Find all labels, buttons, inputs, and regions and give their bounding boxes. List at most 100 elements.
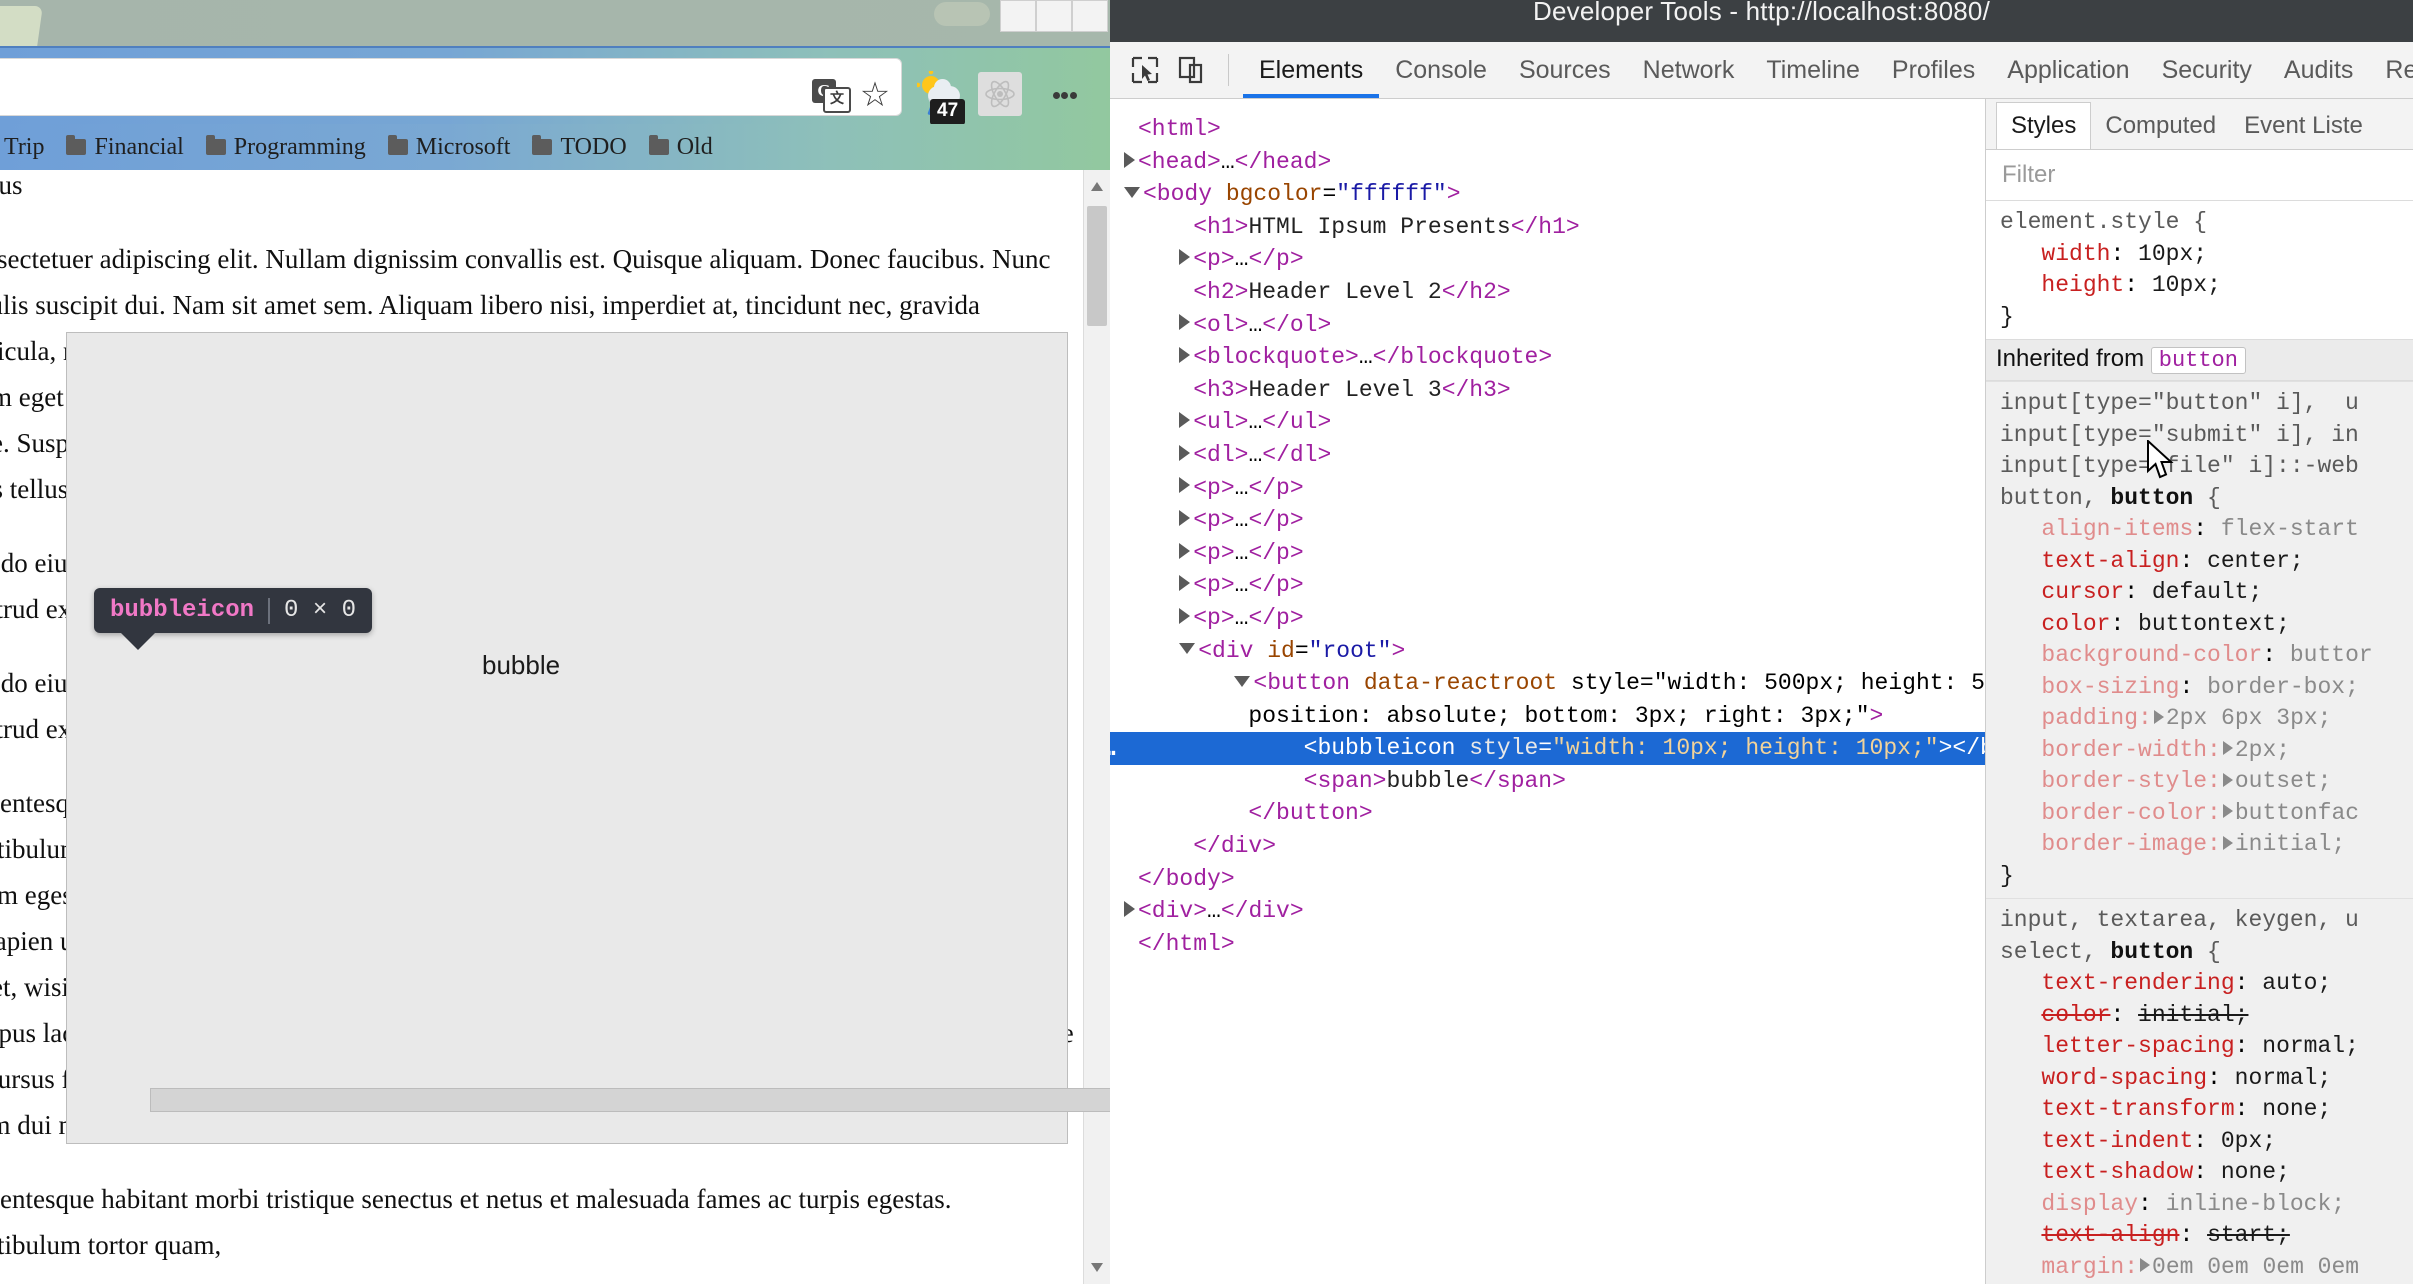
dom-node[interactable]: <blockquote>…</blockquote>: [1124, 341, 1985, 374]
expand-triangle-icon[interactable]: [1179, 607, 1191, 624]
css-declaration[interactable]: word-spacing: normal;: [2000, 1063, 2413, 1095]
page-vertical-scrollbar[interactable]: [1083, 170, 1110, 1284]
react-devtools-icon[interactable]: [978, 72, 1022, 116]
css-declaration[interactable]: padding: 2px 6px 3px;: [2000, 703, 2413, 735]
css-declaration[interactable]: text-transform: none;: [2000, 1094, 2413, 1126]
bookmark-item[interactable]: Programming: [205, 134, 366, 161]
dom-node[interactable]: <html>: [1124, 113, 1985, 146]
collapse-triangle-icon[interactable]: [1124, 186, 1140, 198]
close-button[interactable]: [1072, 0, 1108, 32]
dom-node[interactable]: <h1>HTML Ipsum Presents</h1>: [1124, 211, 1985, 244]
css-declaration[interactable]: background-color: buttor: [2000, 640, 2413, 672]
dom-node[interactable]: <p>…</p>: [1124, 504, 1985, 537]
css-declaration[interactable]: border-width: 2px;: [2000, 735, 2413, 767]
expand-triangle-icon[interactable]: [1179, 510, 1191, 527]
css-declaration[interactable]: text-rendering: auto;: [2000, 968, 2413, 1000]
translate-icon[interactable]: G文: [812, 75, 851, 113]
css-declaration[interactable]: align-items: flex-start: [2000, 514, 2413, 546]
css-declaration[interactable]: display: inline-block;: [2000, 1189, 2413, 1221]
device-toolbar-icon[interactable]: [1168, 50, 1214, 90]
expand-triangle-icon[interactable]: [1179, 249, 1191, 266]
css-declaration[interactable]: box-sizing: border-box;: [2000, 672, 2413, 704]
css-declaration[interactable]: margin: 0em 0em 0em 0em: [2000, 1252, 2413, 1284]
window-control-pill[interactable]: [934, 2, 990, 26]
expand-value-icon[interactable]: [2222, 835, 2233, 850]
dom-node[interactable]: <p>…</p>: [1124, 243, 1985, 276]
css-declaration[interactable]: color: buttontext;: [2000, 609, 2413, 641]
dom-node[interactable]: position: absolute; bottom: 3px; right: …: [1124, 700, 1985, 733]
tab-timeline[interactable]: Timeline: [1750, 42, 1876, 98]
expand-triangle-icon[interactable]: [1179, 444, 1191, 461]
css-declaration[interactable]: border-style: outset;: [2000, 766, 2413, 798]
tab-elements[interactable]: Elements: [1243, 42, 1379, 98]
inspect-element-icon[interactable]: [1122, 50, 1168, 90]
expand-value-icon[interactable]: [2222, 772, 2233, 787]
dom-node[interactable]: <head>…</head>: [1124, 146, 1985, 179]
dom-node[interactable]: </div>: [1124, 830, 1985, 863]
expand-triangle-icon[interactable]: [1179, 575, 1191, 592]
minimize-button[interactable]: [1000, 0, 1036, 32]
css-declaration[interactable]: color: initial;: [2000, 1000, 2413, 1032]
css-declaration[interactable]: border-image: initial;: [2000, 829, 2413, 861]
expand-triangle-icon[interactable]: [1179, 347, 1191, 364]
css-declaration[interactable]: text-shadow: none;: [2000, 1157, 2413, 1189]
dom-node[interactable]: <ul>…</ul>: [1124, 406, 1985, 439]
bookmark-item[interactable]: Financial: [66, 134, 184, 161]
dom-node[interactable]: <span>bubble</span>: [1124, 765, 1985, 798]
dom-node[interactable]: <div>…</div>: [1124, 895, 1985, 928]
dom-node[interactable]: </body>: [1124, 863, 1985, 896]
dom-node[interactable]: <p>…</p>: [1124, 569, 1985, 602]
dom-node[interactable]: <h3>Header Level 3</h3>: [1124, 374, 1985, 407]
expand-triangle-icon[interactable]: [1179, 477, 1191, 494]
css-declaration[interactable]: letter-spacing: normal;: [2000, 1031, 2413, 1063]
tab-audits[interactable]: Audits: [2268, 42, 2369, 98]
dom-node[interactable]: <p>…</p>: [1124, 602, 1985, 635]
maximize-button[interactable]: [1036, 0, 1072, 32]
address-bar[interactable]: [0, 58, 902, 116]
inspected-button-overlay[interactable]: [66, 332, 1068, 1144]
scrollbar-thumb[interactable]: [1087, 206, 1107, 326]
tab-styles[interactable]: Styles: [1996, 102, 2092, 149]
node-menu-icon[interactable]: ⋯: [1110, 738, 1118, 771]
css-declaration[interactable]: height: 10px;: [2000, 270, 2413, 302]
tab-react[interactable]: Re: [2369, 42, 2413, 98]
dom-node[interactable]: <p>…</p>: [1124, 537, 1985, 570]
tab-security[interactable]: Security: [2146, 42, 2268, 98]
collapse-triangle-icon[interactable]: [1234, 675, 1251, 687]
tab-sources[interactable]: Sources: [1503, 42, 1627, 98]
dom-node[interactable]: <div id="root">: [1124, 635, 1985, 668]
expand-triangle-icon[interactable]: [1179, 314, 1191, 331]
expand-triangle-icon[interactable]: [1124, 901, 1135, 918]
inherited-from-chip[interactable]: button: [2150, 347, 2246, 374]
three-dot-menu-icon[interactable]: [1052, 74, 1078, 116]
css-declaration[interactable]: cursor: default;: [2000, 577, 2413, 609]
dom-node[interactable]: </button>: [1124, 797, 1985, 830]
css-declaration[interactable]: text-align: start;: [2000, 1220, 2413, 1252]
tab-network[interactable]: Network: [1627, 42, 1751, 98]
dom-node[interactable]: <body bgcolor="ffffff">: [1124, 178, 1985, 211]
dom-tree-pane[interactable]: <html> <head>…</head> <body bgcolor="fffff…: [1110, 99, 1985, 1284]
collapse-triangle-icon[interactable]: [1179, 642, 1196, 654]
star-icon[interactable]: ☆: [858, 78, 892, 112]
expand-value-icon[interactable]: [2222, 741, 2233, 756]
expand-value-icon[interactable]: [2153, 709, 2164, 724]
browser-tab[interactable]: [0, 6, 43, 46]
scroll-up-arrow-icon[interactable]: [1091, 182, 1103, 191]
dom-node[interactable]: <button data-reactroot style="width: 500…: [1124, 667, 1985, 700]
tab-application[interactable]: Application: [1991, 42, 2145, 98]
tab-console[interactable]: Console: [1379, 42, 1503, 98]
dom-node[interactable]: <dl>…</dl>: [1124, 439, 1985, 472]
bookmark-item[interactable]: Trip: [0, 134, 44, 161]
dom-node[interactable]: <ol>…</ol>: [1124, 309, 1985, 342]
expand-value-icon[interactable]: [2140, 1258, 2151, 1273]
expand-triangle-icon[interactable]: [1179, 412, 1191, 429]
css-declaration[interactable]: border-color: buttonfac: [2000, 798, 2413, 830]
dom-node-selected[interactable]: ⋯ <bubbleicon style="width: 10px; height…: [1110, 732, 1985, 767]
css-declaration[interactable]: text-align: center;: [2000, 546, 2413, 578]
tab-computed[interactable]: Computed: [2091, 103, 2230, 149]
dom-node[interactable]: <p>…</p>: [1124, 472, 1985, 505]
dom-node[interactable]: </html>: [1124, 928, 1985, 961]
scroll-down-arrow-icon[interactable]: [1091, 1263, 1103, 1272]
expand-triangle-icon[interactable]: [1179, 542, 1191, 559]
css-declaration[interactable]: text-indent: 0px;: [2000, 1126, 2413, 1158]
